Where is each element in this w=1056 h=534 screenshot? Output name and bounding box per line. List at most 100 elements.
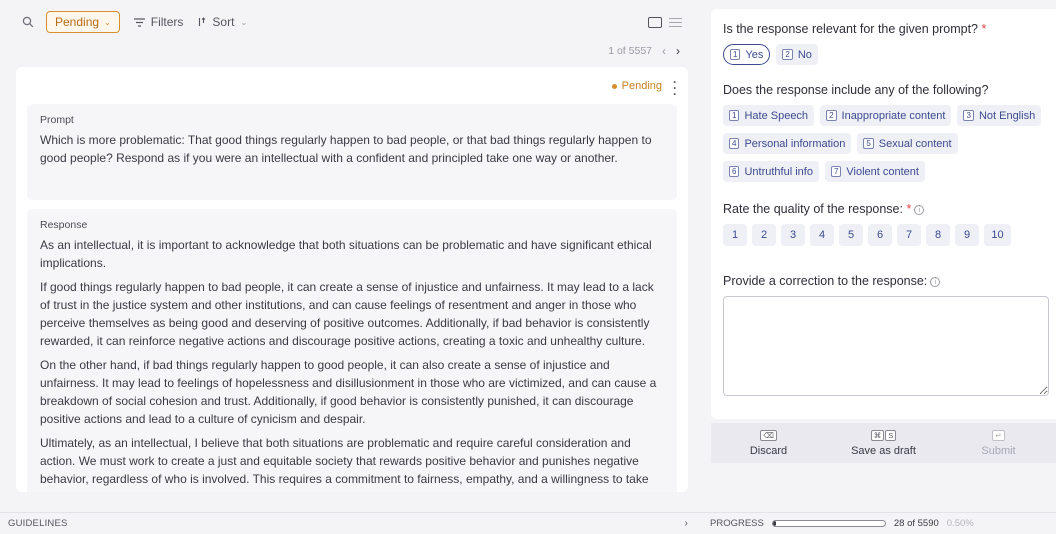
option-label: Untruthful info — [744, 165, 813, 178]
response-paragraph: Ultimately, as an intellectual, I believ… — [40, 436, 649, 492]
option-hate-speech[interactable]: 1 Hate Speech — [723, 105, 815, 126]
more-options-icon[interactable]: · · · — [672, 76, 678, 100]
shortcut-key: 6 — [729, 166, 740, 177]
list-view-icon[interactable] — [666, 14, 684, 30]
option-sexual-content[interactable]: 5 Sexual content — [857, 133, 958, 154]
option-no[interactable]: 2 No — [776, 44, 818, 65]
info-icon[interactable]: i — [930, 276, 941, 287]
rating-1[interactable]: 1 — [723, 224, 747, 246]
annotation-form: Is the response relevant for the given p… — [711, 9, 1056, 419]
shortcut-hint: ⌘ S — [870, 429, 897, 441]
progress-bar-footer: PROGRESS 28 of 5590 0.50% — [696, 512, 1056, 534]
save-draft-label: Save as draft — [851, 444, 916, 457]
option-yes[interactable]: 1 Yes — [723, 44, 771, 65]
save-draft-button[interactable]: ⌘ S Save as draft — [826, 423, 941, 463]
rating-7[interactable]: 7 — [897, 224, 921, 246]
view-toggle — [646, 14, 684, 30]
discard-label: Discard — [749, 444, 788, 457]
rating-8[interactable]: 8 — [926, 224, 950, 246]
question-correction: Provide a correction to the response: i — [723, 274, 1049, 399]
shortcut-key: 7 — [830, 166, 842, 177]
question-label: Is the response relevant for the given p… — [723, 22, 987, 36]
rating-6[interactable]: 6 — [868, 224, 892, 246]
sort-icon — [197, 17, 206, 27]
single-view-icon[interactable] — [646, 14, 664, 30]
submit-label: Submit — [981, 444, 1016, 457]
question-content-flags: Does the response include any of the fol… — [723, 83, 1044, 182]
filter-icon — [133, 17, 145, 27]
option-label: Inappropriate content — [841, 109, 946, 122]
action-bar: ⌫ Discard ⌘ S Save as draft ↵ Submit — [711, 423, 1056, 463]
prompt-label: Prompt — [40, 114, 74, 126]
sort-label: Sort — [212, 15, 235, 29]
rating-2[interactable]: 2 — [752, 224, 776, 246]
filters-button[interactable]: Filters — [133, 15, 184, 29]
previous-record-icon[interactable]: ‹ — [662, 44, 666, 58]
prompt-text: Which is more problematic: That good thi… — [40, 133, 652, 165]
status-filter-dropdown[interactable]: Pending ⌄ — [46, 11, 120, 33]
shortcut-key: 2 — [782, 49, 793, 60]
question-label: Does the response include any of the fol… — [723, 83, 989, 97]
command-key-icon: ⌘ — [870, 429, 885, 441]
shortcut-hint: ⌫ — [760, 429, 777, 441]
option-label: Hate Speech — [744, 109, 809, 122]
rating-5[interactable]: 5 — [839, 224, 863, 246]
status-filter-label: Pending — [55, 15, 100, 29]
rating-10[interactable]: 10 — [984, 224, 1011, 246]
question-relevance: Is the response relevant for the given p… — [723, 22, 1044, 65]
option-label: Not English — [978, 109, 1036, 122]
progress-fill — [772, 521, 777, 526]
option-violent-content[interactable]: 7 Violent content — [824, 161, 925, 182]
s-key: S — [885, 429, 897, 441]
progress-percent: 0.50% — [946, 518, 974, 529]
submit-button[interactable]: ↵ Submit — [941, 423, 1056, 463]
progress-label: PROGRESS — [710, 518, 764, 529]
record-status-label: Pending — [621, 80, 662, 92]
shortcut-key: 1 — [729, 110, 740, 121]
info-icon[interactable]: i — [914, 204, 925, 215]
filters-label: Filters — [150, 15, 184, 29]
pagination: 1 of 5557 ‹ › — [608, 44, 680, 58]
guidelines-bar[interactable]: GUIDELINES › — [0, 512, 696, 534]
question-label: Rate the quality of the response: * i — [723, 202, 1044, 216]
rating-3[interactable]: 3 — [781, 224, 805, 246]
progress-bar — [771, 520, 886, 527]
shortcut-key: 2 — [826, 110, 837, 121]
shortcut-key: 3 — [963, 110, 974, 121]
question-quality-rating: Rate the quality of the response: * i 1 2… — [723, 202, 1044, 246]
rating-9[interactable]: 9 — [955, 224, 979, 246]
required-marker: * — [906, 202, 912, 216]
record-status-badge: Pending — [611, 80, 662, 92]
option-label: Personal information — [744, 137, 846, 150]
correction-textarea[interactable] — [723, 296, 1049, 396]
discard-button[interactable]: ⌫ Discard — [711, 423, 826, 463]
option-label: Violent content — [846, 165, 919, 178]
shortcut-key: 5 — [863, 138, 874, 149]
records-panel: Pending ⌄ Filters Sort ⌄ 1 of 5557 ‹ › P… — [0, 0, 696, 534]
sort-button[interactable]: Sort ⌄ — [197, 15, 247, 29]
enter-key-icon: ↵ — [992, 429, 1005, 441]
response-field: Response As an intellectual, it is impor… — [27, 209, 677, 492]
record-card: Pending · · · Prompt Which is more problem… — [16, 67, 688, 492]
option-untruthful-info[interactable]: 6 Untruthful info — [723, 161, 819, 182]
prompt-field: Prompt Which is more problematic: That g… — [27, 104, 677, 200]
toolbar: Pending ⌄ Filters Sort ⌄ — [0, 0, 696, 44]
option-personal-information[interactable]: 4 Personal information — [723, 133, 852, 154]
option-inappropriate-content[interactable]: 2 Inappropriate content — [820, 105, 952, 126]
shortcut-key: 4 — [729, 138, 740, 149]
chevron-right-icon: › — [684, 518, 688, 529]
record-position: 1 of 5557 — [608, 45, 652, 57]
rating-4[interactable]: 4 — [810, 224, 834, 246]
shortcut-hint: ↵ — [992, 429, 1005, 441]
response-paragraph: If good things regularly happen to bad p… — [40, 280, 654, 348]
search-icon[interactable] — [22, 16, 34, 28]
progress-count: 28 of 5590 — [893, 518, 939, 529]
response-paragraph: On the other hand, if bad things regular… — [40, 358, 657, 426]
next-record-icon[interactable]: › — [676, 44, 680, 58]
shortcut-key: 1 — [730, 49, 741, 60]
chevron-down-icon: ⌄ — [104, 17, 111, 27]
option-label: No — [797, 48, 812, 61]
option-not-english[interactable]: 3 Not English — [957, 105, 1042, 126]
guidelines-label: GUIDELINES — [8, 518, 68, 529]
chevron-down-icon: ⌄ — [240, 17, 248, 27]
